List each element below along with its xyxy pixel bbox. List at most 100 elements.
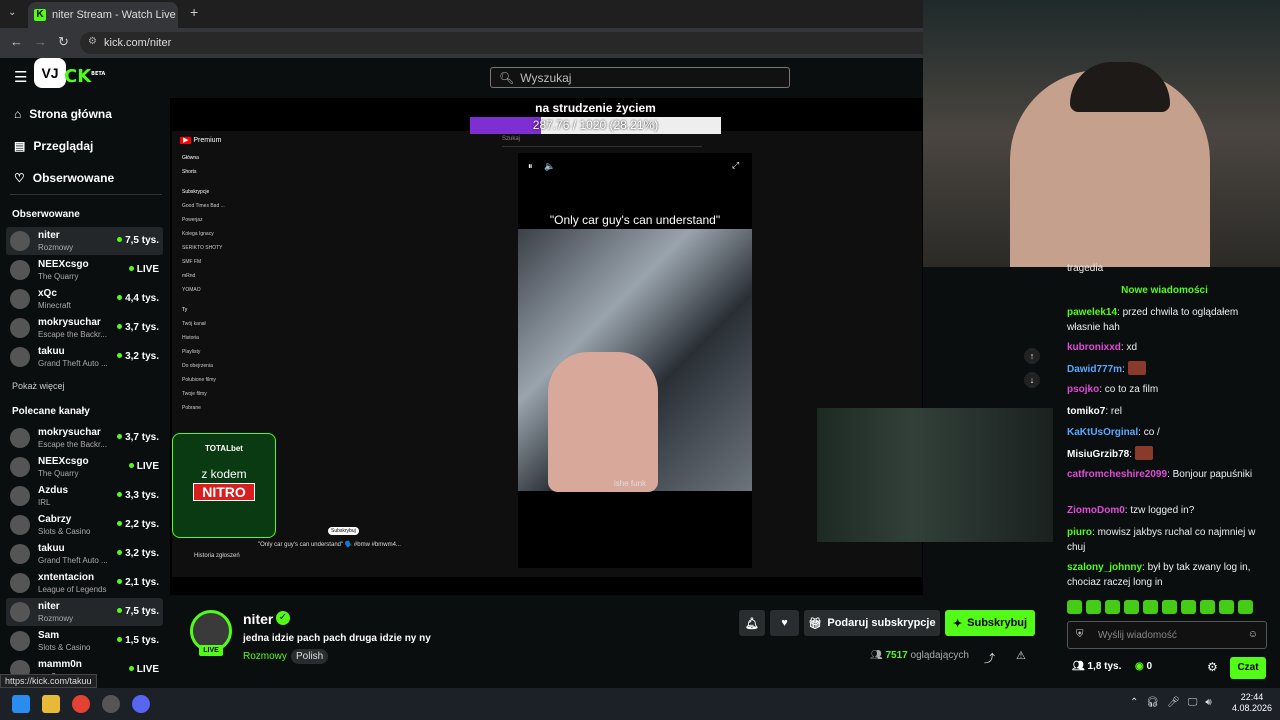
subscribe-button[interactable]: ✦ Subskrybuj [945,610,1035,636]
kick-favicon-icon: K [34,9,46,21]
sidebar-channel-cabrzy[interactable]: Cabrzy Slots & Casino 2,2 tys. [6,511,163,539]
chat-username[interactable]: catfromcheshire2099 [1067,469,1167,480]
new-tab-icon[interactable]: + [190,4,198,20]
browser-tab[interactable]: K niter Stream - Watch Live o 🔊 ✕ [28,2,178,28]
report-icon[interactable]: ⚠ [1016,649,1026,662]
channel-avatar [10,457,30,477]
nav-browse[interactable]: ▤ Przeglądaj [14,139,93,153]
beta-label: BETA [91,71,106,77]
emote-icon[interactable] [1219,600,1234,614]
emote-icon[interactable] [1105,600,1120,614]
channel-viewers-text: 3,7 tys. [125,432,159,443]
back-icon[interactable]: ← [10,34,23,49]
channel-category: The Quarry [38,271,79,281]
arrow-up-icon: ↑ [1024,348,1040,364]
sidebar-channel-neexcsgo[interactable]: NEEXcsgo The Quarry LIVE [6,453,163,481]
nav-home-label: Strona główna [29,107,112,121]
chat-username[interactable]: piuro [1067,527,1092,538]
subscribe-label: Subskrybuj [967,617,1028,629]
emote-icon[interactable] [1181,600,1196,614]
discord-icon[interactable] [132,695,150,713]
tab-list-icon[interactable]: ⌄ [8,7,16,18]
emote-icon[interactable] [1238,600,1253,614]
emote-icon[interactable] [1143,600,1158,614]
app-icon[interactable] [102,695,120,713]
emoji-icon[interactable]: ☺ [1248,629,1258,640]
yt-sidebar-item: Do obejrzenia [182,363,213,369]
channel-viewers-text: 4,4 tys. [125,293,159,304]
sidebar-channel-xntentacion[interactable]: xntentacion League of Legends 2,1 tys. [6,569,163,597]
menu-icon[interactable]: ☰ [14,68,27,86]
sidebar-channel-xqc[interactable]: xQc Minecraft 4,4 tys. [6,285,163,313]
follow-button[interactable]: ♥ [770,610,799,636]
site-info-icon[interactable]: ⚙ [88,36,97,47]
channel-viewers: 7,5 tys. [117,606,159,617]
live-dot-icon [117,324,123,329]
chat-username[interactable]: tomiko7 [1067,406,1105,417]
sidebar-channel-niter[interactable]: niter Rozmowy 7,5 tys. [6,227,163,255]
chat-username[interactable]: MisiuGrzib78 [1067,449,1129,460]
streamer-name[interactable]: niter [243,611,273,627]
stream-category[interactable]: Rozmowy [243,651,287,662]
channel-name: mokrysuchar [38,426,101,438]
sidebar-channel-sam[interactable]: Sam Slots & Casino 1,5 tys. [6,627,163,655]
forward-icon[interactable]: → [34,34,47,49]
sidebar-channel-azdus[interactable]: Azdus IRL 3,3 tys. [6,482,163,510]
kick-logo[interactable]: CKBETA [64,66,105,87]
clock[interactable]: 22:44 4.08.2026 [1232,692,1272,714]
stream-tag[interactable]: Polish [291,649,329,664]
chat-username[interactable]: ZiomoDom0 [1067,505,1125,516]
chat-username[interactable]: kubronixxd [1067,342,1121,353]
emote-icon[interactable] [1124,600,1139,614]
yt-history: Historia zgłoszeń [194,553,240,559]
sidebar-channel-takuu[interactable]: takuu Grand Theft Auto ... 3,2 tys. [6,540,163,568]
system-tray-icons[interactable]: ⌃🎧︎🎤︎🖵︎🔊︎ [1130,697,1220,708]
emote-icon[interactable] [1086,600,1101,614]
reload-icon[interactable]: ↻ [58,34,69,50]
taskbar [0,688,1280,720]
chat-input[interactable]: ⛨ Wyślij wiadomość ☺ [1067,621,1267,649]
gift-sub-button[interactable]: 🎁︎ Podaruj subskrypcje [804,610,940,636]
chat-username[interactable]: szalony_johnny [1067,562,1142,573]
nav-following[interactable]: ♡ Obserwowane [14,171,114,185]
sidebar-channel-neexcsgo[interactable]: NEEXcsgo The Quarry LIVE [6,256,163,284]
file-explorer-icon[interactable] [42,695,60,713]
chat-text: xd [1126,342,1138,353]
nav-home[interactable]: ⌂ Strona główna [14,107,112,121]
share-icon[interactable]: ⤴ [984,650,995,666]
yt-sidebar-item: Good Times Bad ... [182,203,225,209]
emote-icon[interactable] [1200,600,1215,614]
chat-message: ZiomoDom0: tzw logged in? [1067,503,1267,518]
sidebar-channel-mokrysuchar[interactable]: mokrysuchar Escape the Backr... 3,7 tys. [6,314,163,342]
chat-username[interactable]: psojko [1067,384,1099,395]
sidebar-channel-mokrysuchar[interactable]: mokrysuchar Escape the Backr... 3,7 tys. [6,424,163,452]
chat-followers: 👥︎ 1,8 tys. [1072,661,1121,672]
short-caption: "Only car guy's can understand" [549,213,721,227]
live-dot-icon [117,353,123,358]
notification-bell-button[interactable]: 🔔︎ [739,610,765,636]
send-chat-button[interactable]: Czat [1230,657,1266,679]
emote-icon [1134,446,1153,460]
search-input[interactable]: 🔍︎ Wyszukaj [490,67,790,88]
kick-logo-badge[interactable]: VJ [34,58,66,88]
settings-gear-icon[interactable]: ⚙ [1207,660,1218,674]
show-more-link[interactable]: Pokaż więcej [12,381,65,391]
viewer-count-label: oglądających [910,650,969,661]
chat-username[interactable]: Dawid777m [1067,364,1122,375]
sidebar-channel-niter[interactable]: niter Rozmowy 7,5 tys. [6,598,163,626]
sidebar-channel-takuu[interactable]: takuu Grand Theft Auto ... 3,2 tys. [6,343,163,371]
channel-name: NEEXcsgo [38,258,89,270]
clock-date: 4.08.2026 [1232,703,1273,713]
chat-username[interactable]: KaKtUsOrginal [1067,427,1138,438]
chat-points: ◉ 0 [1135,661,1152,672]
url-input[interactable]: ⚙ kick.com/niter [80,32,923,54]
windows-start-icon[interactable] [12,695,30,713]
channel-viewers: LIVE [128,664,159,675]
verified-icon: ✓ [276,611,290,625]
chat-username[interactable]: pawelek14 [1067,307,1117,318]
emote-icon[interactable] [1162,600,1177,614]
chrome-icon[interactable] [72,695,90,713]
live-dot-icon [128,463,134,468]
secondary-camera [817,408,1053,542]
emote-icon[interactable] [1067,600,1082,614]
